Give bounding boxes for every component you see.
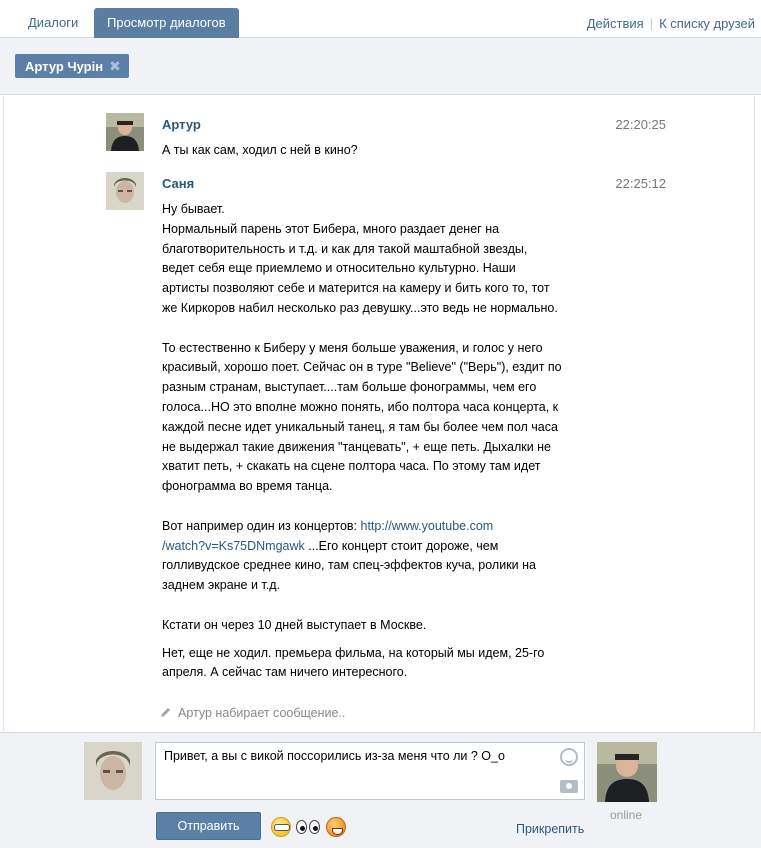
emoji-grin-icon[interactable]: [271, 817, 291, 837]
typing-indicator: Артур набирает сообщение..: [160, 706, 345, 720]
message-item: Артур 22:20:25 А ты как сам, ходил с ней…: [106, 113, 666, 157]
message-time: 22:20:25: [615, 117, 666, 132]
typing-text: Артур набирает сообщение..: [178, 706, 346, 720]
message-list[interactable]: Артур 22:20:25 А ты как сам, ходил с ней…: [3, 96, 755, 731]
recipient-name: Артур Чурін: [25, 59, 104, 74]
paragraph: Нормальный парень этот Бибера, много раз…: [162, 221, 558, 315]
text-fragment: Вот например один из концертов:: [162, 518, 361, 533]
avatar-sanya[interactable]: [106, 172, 144, 210]
actions-link[interactable]: Действия: [587, 16, 644, 31]
attach-link[interactable]: Прикрепить: [516, 822, 584, 836]
paragraph: Ну бывает.: [162, 202, 225, 216]
emoji-eyes-icon[interactable]: [296, 817, 322, 837]
online-status: online: [610, 808, 643, 822]
paragraph: То естественно к Биберу у меня больше ув…: [162, 340, 562, 494]
remove-recipient-icon[interactable]: ✖: [109, 54, 121, 78]
composer: Привет, а вы с викой поссорились из-за м…: [0, 732, 761, 848]
smile-icon[interactable]: [560, 748, 578, 766]
message-item: Саня 22:25:12 Ну бывает. Нормальный паре…: [106, 172, 666, 692]
paragraph: Нет, еще не ходил. премьера фильма, на к…: [162, 645, 545, 680]
message-input[interactable]: Привет, а вы с викой поссорились из-за м…: [155, 742, 585, 800]
tab-actions: Действия | К списку друзей: [587, 16, 755, 31]
link-part: http://www.youtube.com: [360, 518, 494, 533]
message-time: 22:25:12: [615, 176, 666, 191]
pencil-icon: [161, 708, 170, 717]
avatar-artur[interactable]: [106, 113, 144, 151]
paragraph: Кстати он через 10 дней выступает в Моск…: [162, 617, 427, 632]
tab-dialogs[interactable]: Диалоги: [16, 8, 90, 38]
peer-avatar[interactable]: [597, 742, 657, 802]
paragraph: Вот например один из концертов: http://w…: [162, 517, 562, 596]
camera-icon[interactable]: [560, 780, 578, 793]
recipient-bar: Артур Чурін ✖: [0, 38, 761, 95]
tabs-bar: Диалоги Просмотр диалогов Действия | К спи…: [0, 0, 761, 38]
message-input-text: Привет, а вы с викой поссорились из-за м…: [164, 749, 505, 763]
author-name[interactable]: Саня: [162, 176, 194, 191]
send-button[interactable]: Отправить: [156, 812, 261, 840]
author-name[interactable]: Артур: [162, 117, 201, 132]
message-line: А ты как сам, ходил с ней в кино?: [162, 143, 358, 157]
emoji-smile-icon[interactable]: [326, 817, 346, 837]
link-part: /watch?v=Ks75DNmgawk: [162, 538, 305, 553]
my-avatar[interactable]: [84, 742, 142, 800]
recipient-chip[interactable]: Артур Чурін ✖: [15, 54, 129, 78]
message-text: Ну бывает. Нормальный парень этот Бибера…: [162, 200, 562, 683]
friends-list-link[interactable]: К списку друзей: [659, 16, 755, 31]
separator: |: [649, 16, 654, 31]
message-text: А ты как сам, ходил с ней в кино?: [162, 141, 562, 161]
tab-view-dialogs[interactable]: Просмотр диалогов: [94, 8, 239, 38]
